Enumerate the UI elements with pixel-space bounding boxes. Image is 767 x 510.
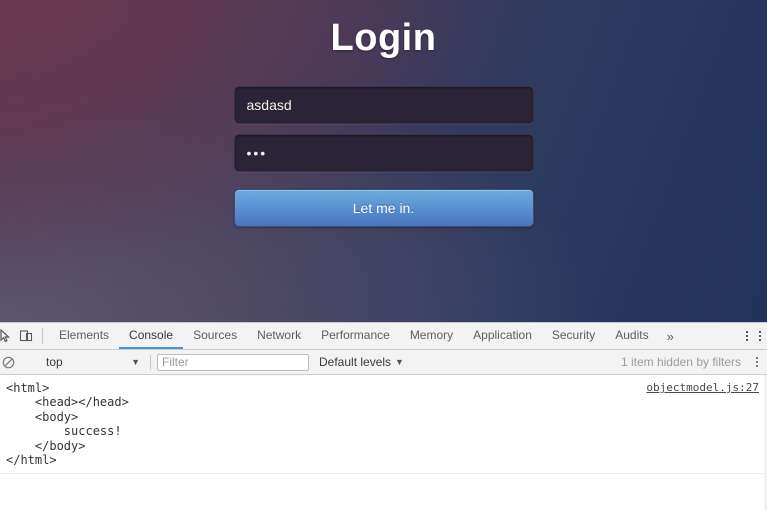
- tab-audits[interactable]: Audits: [605, 323, 658, 349]
- more-options-icon[interactable]: [739, 331, 755, 341]
- devtools-tab-list: Elements Console Sources Network Perform…: [49, 323, 728, 349]
- devtools-panel: Elements Console Sources Network Perform…: [0, 322, 767, 510]
- devtools-tabbar: Elements Console Sources Network Perform…: [0, 323, 767, 350]
- tab-performance[interactable]: Performance: [311, 323, 400, 349]
- execution-context-select[interactable]: top ▼: [24, 355, 144, 369]
- filter-input[interactable]: [157, 353, 309, 371]
- console-filter-bar: top ▼ Default levels ▼ 1 item hidden by …: [0, 350, 767, 375]
- clear-console-icon[interactable]: [0, 356, 18, 369]
- execution-context-value: top: [46, 355, 63, 369]
- tab-security[interactable]: Security: [542, 323, 605, 349]
- close-devtools-icon[interactable]: [755, 331, 765, 341]
- inspect-element-icon[interactable]: [0, 323, 14, 349]
- hidden-items-note[interactable]: 1 item hidden by filters: [621, 355, 747, 369]
- tab-console[interactable]: Console: [119, 323, 184, 349]
- username-input-value: asdasd: [246, 96, 292, 113]
- username-input[interactable]: asdasd: [233, 85, 534, 124]
- log-levels-label: Default levels: [319, 355, 392, 369]
- console-message-row: <html> <head></head> <body> success! </b…: [0, 375, 767, 475]
- page-title: Login: [330, 17, 437, 59]
- chevron-down-icon-levels: ▼: [395, 357, 404, 367]
- tab-sources[interactable]: Sources: [183, 323, 247, 349]
- console-settings-icon[interactable]: [753, 357, 763, 367]
- login-form: Login asdasd ••• Let me in.: [0, 0, 767, 227]
- browser-window: Login asdasd ••• Let me in. Elements Con…: [0, 0, 767, 510]
- password-input-value: •••: [246, 144, 268, 161]
- console-prompt[interactable]: [0, 474, 767, 510]
- tab-network[interactable]: Network: [247, 323, 311, 349]
- tab-memory[interactable]: Memory: [400, 323, 463, 349]
- log-levels-select[interactable]: Default levels ▼: [319, 355, 404, 369]
- console-source-link[interactable]: objectmodel.js:27: [646, 381, 759, 394]
- tab-overflow-chevron-icon[interactable]: »: [659, 323, 682, 349]
- page-viewport: Login asdasd ••• Let me in.: [0, 0, 767, 322]
- console-output[interactable]: <html> <head></head> <body> success! </b…: [0, 375, 767, 510]
- tab-application[interactable]: Application: [463, 323, 542, 349]
- devtools-tabbar-right: [728, 323, 767, 349]
- toolbar-divider: [42, 328, 43, 344]
- password-input[interactable]: •••: [233, 133, 534, 172]
- filterbar-divider: [150, 354, 151, 370]
- tab-elements[interactable]: Elements: [49, 323, 119, 349]
- submit-button[interactable]: Let me in.: [233, 188, 534, 227]
- chevron-down-icon: ▼: [131, 357, 140, 367]
- device-toolbar-icon[interactable]: [14, 323, 38, 349]
